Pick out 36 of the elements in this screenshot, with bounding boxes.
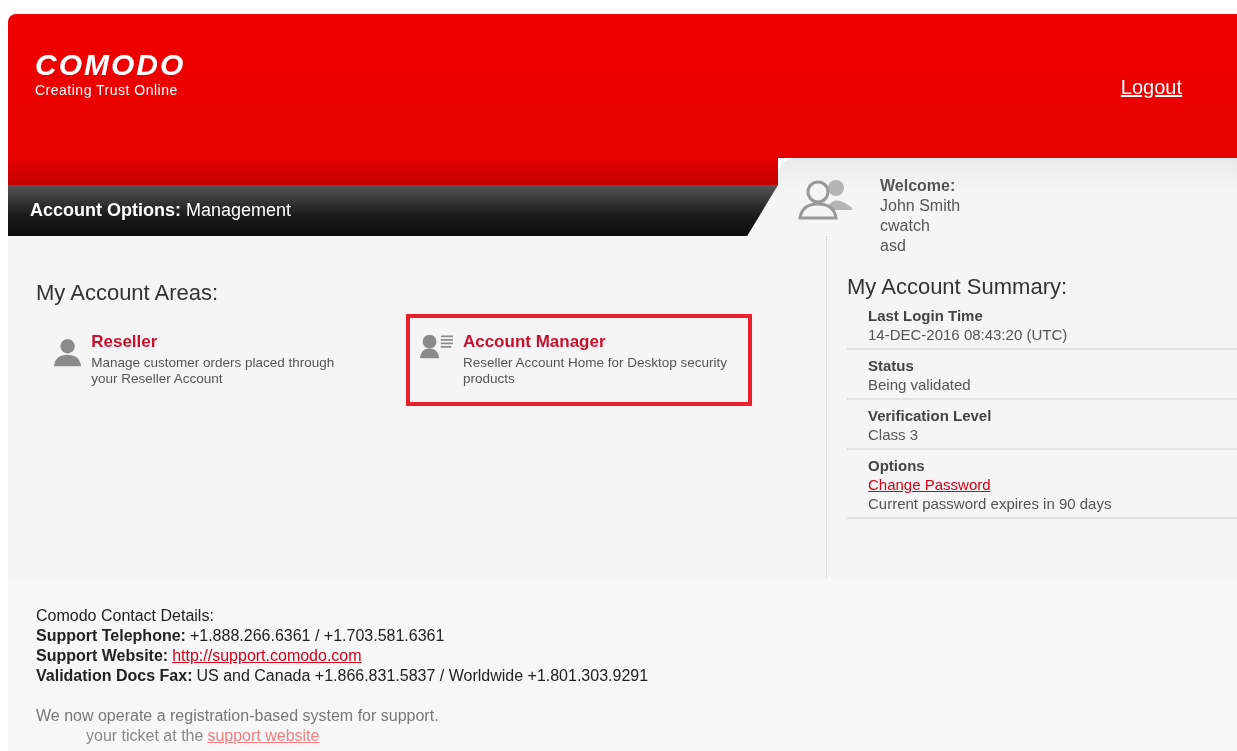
welcome-line: asd	[880, 236, 907, 256]
person-list-icon	[420, 332, 453, 360]
tagline: Creating Trust Online	[35, 82, 179, 98]
area-description: Reseller Account Home for Desktop security products	[462, 355, 729, 387]
contact-value: US and Canada +1.866.831.5837 / Worldwide +1.801.303.9291	[196, 666, 649, 686]
area-title: Reseller	[91, 332, 159, 352]
summary-label: Options	[868, 456, 926, 475]
options-value: Management	[186, 200, 292, 221]
summary-value: Class 3	[868, 425, 920, 444]
summary-label: Status	[868, 356, 915, 375]
contact-label: Support Website:	[36, 646, 169, 666]
summary-label: Verification Level	[868, 406, 993, 425]
support-notice: We now operate a registration-based system for support.	[36, 706, 440, 726]
welcome-line: cwatch	[880, 216, 931, 236]
contact-label: Support Telephone:	[36, 626, 186, 646]
account-area[interactable]: Account Manager Reseller Account Home for Desktop security products	[406, 314, 752, 406]
summary-value: 14-DEC-2016 08:43:20 (UTC)	[868, 325, 1069, 344]
summary-title: My Account Summary:	[847, 274, 1069, 300]
areas-title: My Account Areas:	[36, 280, 220, 306]
logo: COMODO	[35, 50, 186, 80]
summary-value: Current password expires in 90 days	[868, 494, 1113, 513]
area-description: Manage customer orders placed through your Reseller Account	[91, 355, 336, 387]
logout-link[interactable]: Logout	[1120, 76, 1182, 99]
welcome-line: John Smith	[880, 196, 961, 216]
contact-title: Comodo Contact Details:	[36, 606, 215, 626]
change-password-link[interactable]: Change Password	[868, 475, 991, 494]
summary-label: Last Login Time	[868, 306, 984, 325]
support-link[interactable]: http://support.comodo.com	[172, 646, 362, 666]
contact-label: Validation Docs Fax:	[36, 666, 193, 686]
notice-text: your ticket at the	[86, 726, 204, 746]
contact-value: +1.888.266.6361 / +1.703.581.6361	[189, 626, 445, 646]
summary-value: Being validated	[868, 375, 972, 394]
area-title: Account Manager	[462, 332, 607, 352]
welcome-title: Welcome:	[880, 176, 957, 196]
account-area[interactable]: Reseller Manage customer orders placed through your Reseller Account	[36, 314, 366, 406]
options-label: Account Options:	[30, 200, 181, 221]
